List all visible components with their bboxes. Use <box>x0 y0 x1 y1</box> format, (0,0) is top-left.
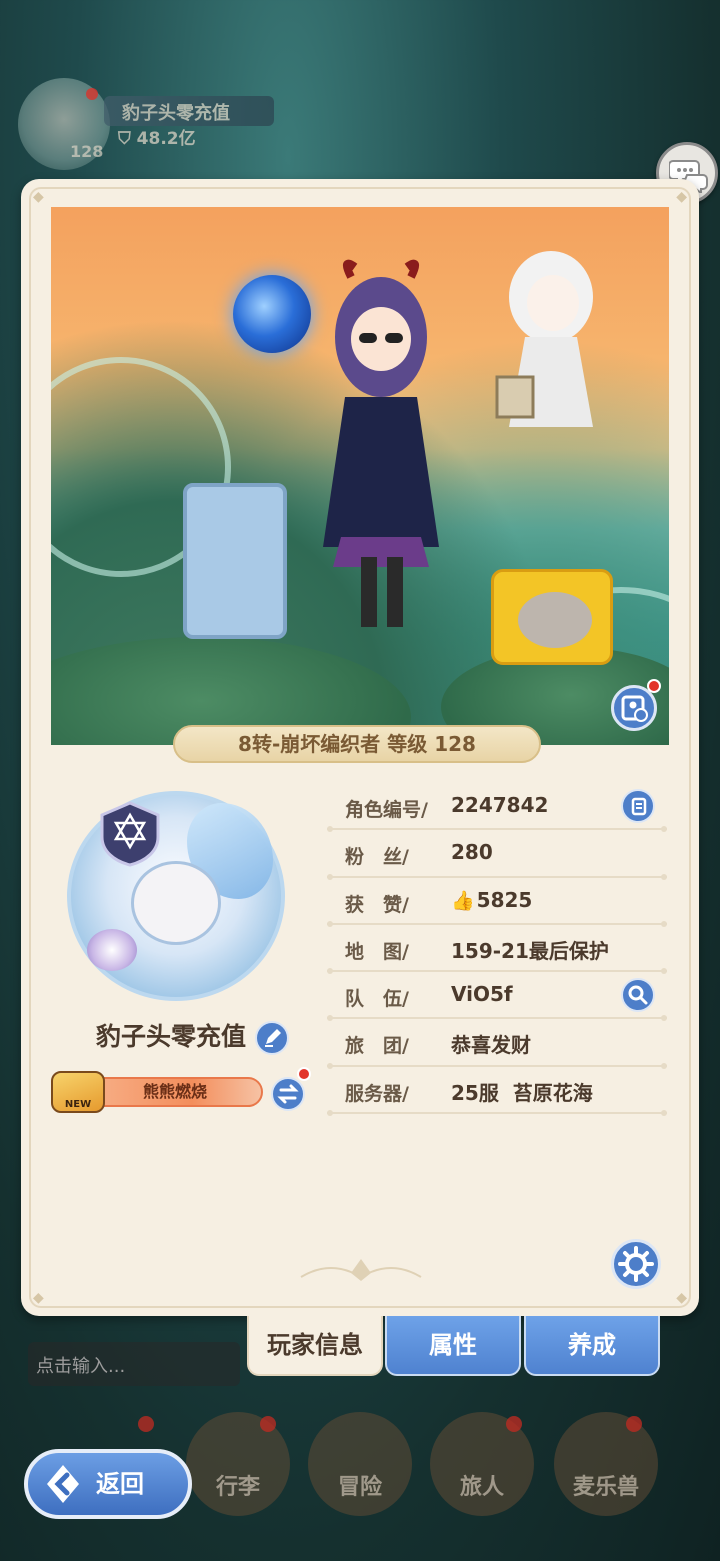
nav-notification-dot <box>626 1416 642 1432</box>
search-team-button[interactable] <box>621 978 655 1013</box>
title-badge-label: 熊熊燃烧 <box>87 1077 263 1107</box>
player-character <box>323 259 439 627</box>
info-value: 恭喜发财 <box>451 1033 531 1058</box>
player-name: 豹子头零充值 <box>95 1022 246 1051</box>
copy-id-button[interactable] <box>621 789 655 823</box>
corner-ornament: ◆ <box>676 189 687 205</box>
info-label: 旅 团/ <box>345 1035 409 1058</box>
tab-growth[interactable]: 养成 <box>524 1316 660 1376</box>
tab-attributes[interactable]: 属性 <box>385 1316 521 1376</box>
pet-in-box <box>491 569 613 665</box>
rank-emblem-icon <box>100 801 160 867</box>
back-arrow-icon <box>47 1465 79 1503</box>
info-value: 159-21最后保护 <box>451 938 609 963</box>
pencil-icon <box>265 1029 281 1047</box>
info-label: 地 图/ <box>345 940 409 963</box>
swap-title-button[interactable] <box>271 1077 305 1111</box>
gear-icon <box>618 1246 654 1282</box>
player-info-card: ◆ ◆ ◆ ◆ 8转-崩坏编织者 等级 128 豹子头零充值 熊熊燃烧 NEW … <box>21 179 699 1316</box>
photo-card-icon <box>621 695 648 722</box>
magic-orb <box>233 275 311 353</box>
background-player-name: 豹子头零充值 <box>104 96 274 126</box>
info-label: 服务器/ <box>345 1082 409 1105</box>
nav-adventure[interactable]: 冒险 <box>308 1412 412 1516</box>
corner-ornament: ◆ <box>33 189 44 205</box>
nav-notification-dot <box>138 1416 154 1432</box>
info-row-team: 队 伍/ ViO5f <box>327 972 667 1022</box>
back-button[interactable]: 返回 <box>24 1449 192 1519</box>
settings-button[interactable] <box>611 1239 661 1289</box>
photo-notification-dot <box>647 679 661 693</box>
corner-ornament: ◆ <box>33 1290 44 1306</box>
info-label: 角色编号/ <box>345 799 428 821</box>
title-badge[interactable]: 熊熊燃烧 NEW <box>51 1071 265 1113</box>
suitcase <box>183 483 287 639</box>
info-label: 粉 丝/ <box>345 846 409 869</box>
swap-icon <box>277 1084 299 1104</box>
background-level: 128 <box>70 142 104 161</box>
info-label: 获 赞/ <box>345 893 409 916</box>
nav-pets[interactable]: 麦乐兽 <box>554 1412 658 1516</box>
info-row-server: 服务器/ 25服 苔原花海 <box>327 1067 667 1117</box>
info-row-likes: 获 赞/ 👍 5825 <box>327 878 667 928</box>
rank-banner: 8转-崩坏编织者 等级 128 <box>173 725 541 763</box>
chat-input[interactable]: 点击输入... <box>28 1342 240 1386</box>
background-power: ⛉ 48.2亿 <box>118 124 196 149</box>
spirit-companion <box>495 251 593 427</box>
info-value-likes: 👍 5825 <box>451 888 532 912</box>
likes-count: 5825 <box>476 887 533 912</box>
character-scene <box>51 207 669 745</box>
background-power-value: 48.2亿 <box>136 129 196 149</box>
pet-face <box>518 592 592 648</box>
info-value: ViO5f <box>451 982 513 1007</box>
back-label: 返回 <box>96 1470 144 1498</box>
player-portrait[interactable] <box>67 791 285 1001</box>
shield-icon: ⛉ <box>118 129 137 149</box>
swap-notification-dot <box>297 1067 311 1081</box>
title-badge-emblem: NEW <box>51 1071 105 1113</box>
info-row-role-id: 角色编号/ 2247842 <box>327 783 667 833</box>
info-value: 2247842 <box>451 793 549 817</box>
tab-player-info[interactable]: 玩家信息 <box>247 1316 383 1376</box>
edit-name-button[interactable] <box>255 1021 289 1055</box>
thumbs-up-icon: 👍 <box>451 889 475 912</box>
background-notification-dot <box>86 88 98 100</box>
info-value: 25服 苔原花海 <box>451 1080 593 1105</box>
nav-notification-dot <box>506 1416 522 1432</box>
corner-ornament: ◆ <box>676 1290 687 1306</box>
footer-ornament <box>300 1259 422 1281</box>
info-row-map: 地 图/ 159-21最后保护 <box>327 925 667 975</box>
pearl-decoration <box>87 929 137 971</box>
avatar <box>131 861 221 945</box>
search-icon <box>628 985 648 1005</box>
player-info-list: 角色编号/ 2247842 粉 丝/ 280 获 赞/ 👍 5825 地 图/ 1… <box>327 783 667 1117</box>
copy-icon <box>631 797 647 816</box>
info-label: 队 伍/ <box>345 988 409 1011</box>
info-row-fans: 粉 丝/ 280 <box>327 830 667 880</box>
info-value: 280 <box>451 840 493 865</box>
nav-notification-dot <box>260 1416 276 1432</box>
info-row-guild: 旅 团/ 恭喜发财 <box>327 1019 667 1070</box>
